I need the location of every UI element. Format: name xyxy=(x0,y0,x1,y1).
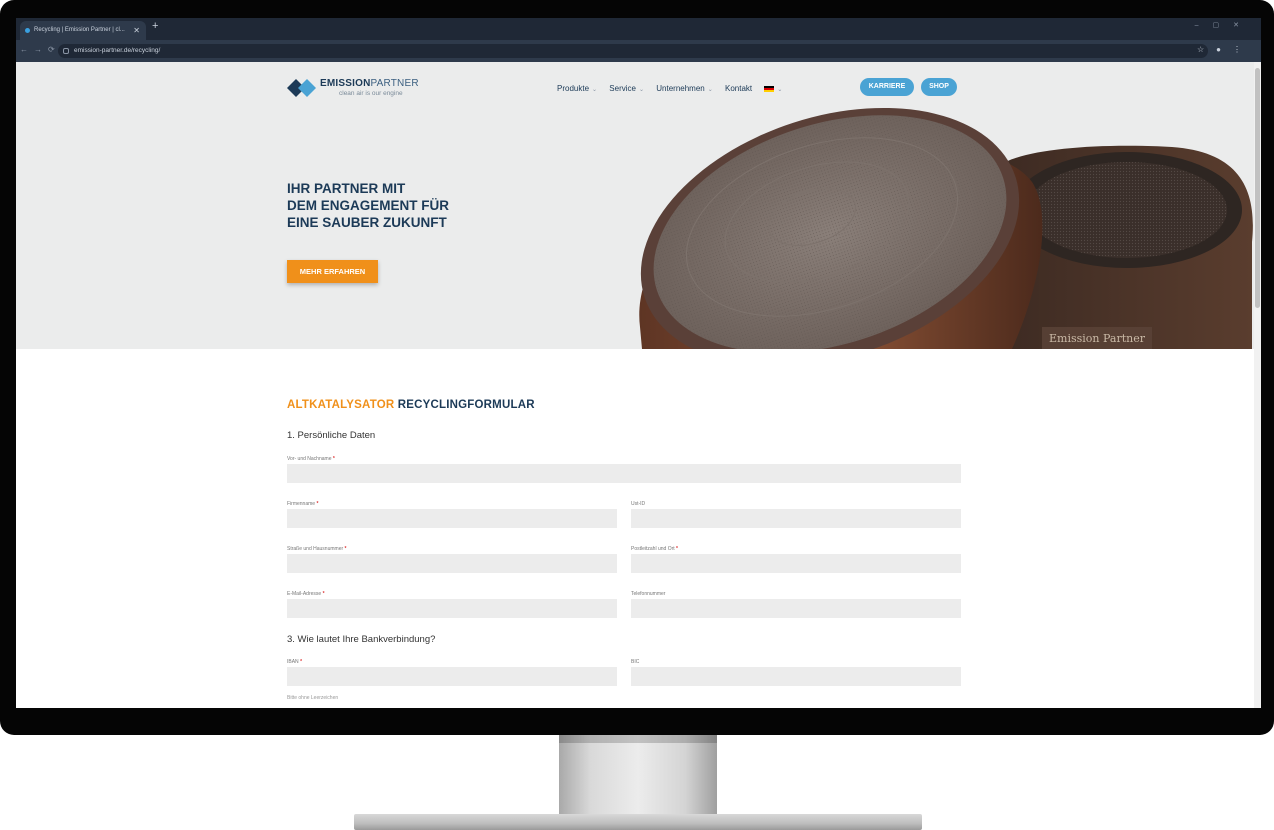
logo-name: EMISSIONPARTNER xyxy=(320,78,419,89)
label-email: E-Mail-Adresse * xyxy=(287,591,325,597)
logo-diamond-icon xyxy=(287,79,316,97)
label-street: Straße und Hausnummer * xyxy=(287,546,346,552)
monitor-stand-base xyxy=(354,814,922,830)
label-text: E-Mail-Adresse xyxy=(287,591,322,597)
label-text: Straße und Hausnummer xyxy=(287,546,344,552)
logo-tagline: clean air is our engine xyxy=(339,90,403,97)
ust-input[interactable] xyxy=(631,509,961,528)
email-input[interactable] xyxy=(287,599,617,618)
browser-screen: Recycling | Emission Partner | cl... ✕ +… xyxy=(16,18,1261,708)
street-input[interactable] xyxy=(287,554,617,573)
company-input[interactable] xyxy=(287,509,617,528)
label-bic: BIC xyxy=(631,659,640,665)
required-mark: * xyxy=(676,546,678,552)
mehr-erfahren-button[interactable]: MEHR ERFAHREN xyxy=(287,260,378,283)
hero-title-line: DEM ENGAGEMENT FÜR xyxy=(287,198,449,213)
tab-close-icon[interactable]: ✕ xyxy=(133,21,140,40)
bic-input[interactable] xyxy=(631,667,961,686)
logo-name-light: PARTNER xyxy=(370,78,419,89)
zip-input[interactable] xyxy=(631,554,961,573)
required-mark: * xyxy=(322,591,325,597)
form-title-accent: ALTKATALYSATOR xyxy=(287,399,395,411)
browser-toolbar-icons[interactable]: ☆●⋮ xyxy=(1197,45,1253,54)
browser-tab-bar: Recycling | Emission Partner | cl... ✕ +… xyxy=(16,18,1261,40)
label-text: Firmenname xyxy=(287,501,316,507)
iban-hint: Bitte ohne Leerzeichen xyxy=(287,695,339,701)
tab-favicon-icon xyxy=(25,28,30,33)
label-text: Postleitzahl und Ort xyxy=(631,546,675,552)
monitor-stand-shadow xyxy=(559,735,717,743)
label-zip: Postleitzahl und Ort * xyxy=(631,546,678,552)
product-marking: Emission Partner xyxy=(1049,332,1146,345)
hero-title-line: EINE SAUBER ZUKUNFT xyxy=(287,215,447,230)
browser-tab[interactable]: Recycling | Emission Partner | cl... ✕ xyxy=(20,21,146,40)
required-mark: * xyxy=(300,659,303,665)
front-converter xyxy=(639,107,1043,349)
hero-section: EMISSIONPARTNER clean air is our engine … xyxy=(16,62,1254,349)
form-title-main: RECYCLINGFORMULAR xyxy=(397,399,535,411)
browser-nav-icons[interactable]: ←→⟳ xyxy=(20,45,61,54)
site-info-icon[interactable] xyxy=(63,48,69,54)
catalyst-image: Emission Partner xyxy=(639,107,1253,349)
section-heading-bank: 3. Wie lautet Ihre Bankverbindung? xyxy=(287,634,436,645)
label-iban: IBAN * xyxy=(287,659,302,665)
monitor-stand-neck xyxy=(559,735,717,817)
iban-input[interactable] xyxy=(287,667,617,686)
page-scrollbar[interactable] xyxy=(1254,62,1261,708)
web-page: EMISSIONPARTNER clean air is our engine … xyxy=(16,62,1254,708)
browser-address-bar: ←→⟳ emission-partner.de/recycling/ ☆●⋮ xyxy=(16,40,1261,62)
nav-item-produkte[interactable]: Produkte ⌄ xyxy=(557,84,597,93)
logo-name-bold: EMISSION xyxy=(320,78,371,89)
required-mark: * xyxy=(316,501,319,507)
phone-input[interactable] xyxy=(631,599,961,618)
tab-title: Recycling | Emission Partner | cl... xyxy=(34,27,125,33)
chevron-down-icon: ⌄ xyxy=(592,87,598,93)
label-phone: Telefonnummer xyxy=(631,591,666,597)
hero-title: IHR PARTNER MIT DEM ENGAGEMENT FÜR EINE … xyxy=(287,180,487,231)
label-name: Vor- und Nachname * xyxy=(287,456,335,462)
url-field[interactable]: emission-partner.de/recycling/ xyxy=(58,44,1208,58)
new-tab-icon[interactable]: + xyxy=(152,20,158,32)
label-company: Firmenname * xyxy=(287,501,318,507)
form-title: ALTKATALYSATOR RECYCLINGFORMULAR xyxy=(287,399,535,411)
window-controls[interactable]: –▢✕ xyxy=(1195,21,1253,29)
required-mark: * xyxy=(332,456,335,462)
scrollbar-thumb[interactable] xyxy=(1255,68,1260,308)
site-logo[interactable]: EMISSIONPARTNER clean air is our engine xyxy=(287,76,427,102)
required-mark: * xyxy=(344,546,347,552)
label-text: Vor- und Nachname xyxy=(287,456,332,462)
german-flag-icon xyxy=(764,85,775,92)
section-heading-personal: 1. Persönliche Daten xyxy=(287,430,376,441)
hero-title-line: IHR PARTNER MIT xyxy=(287,181,406,196)
nav-label: Produkte xyxy=(557,84,590,93)
label-text: IBAN xyxy=(287,659,299,665)
name-input[interactable] xyxy=(287,464,961,483)
url-text: emission-partner.de/recycling/ xyxy=(74,47,161,54)
label-ust: Ust-ID xyxy=(631,501,646,507)
